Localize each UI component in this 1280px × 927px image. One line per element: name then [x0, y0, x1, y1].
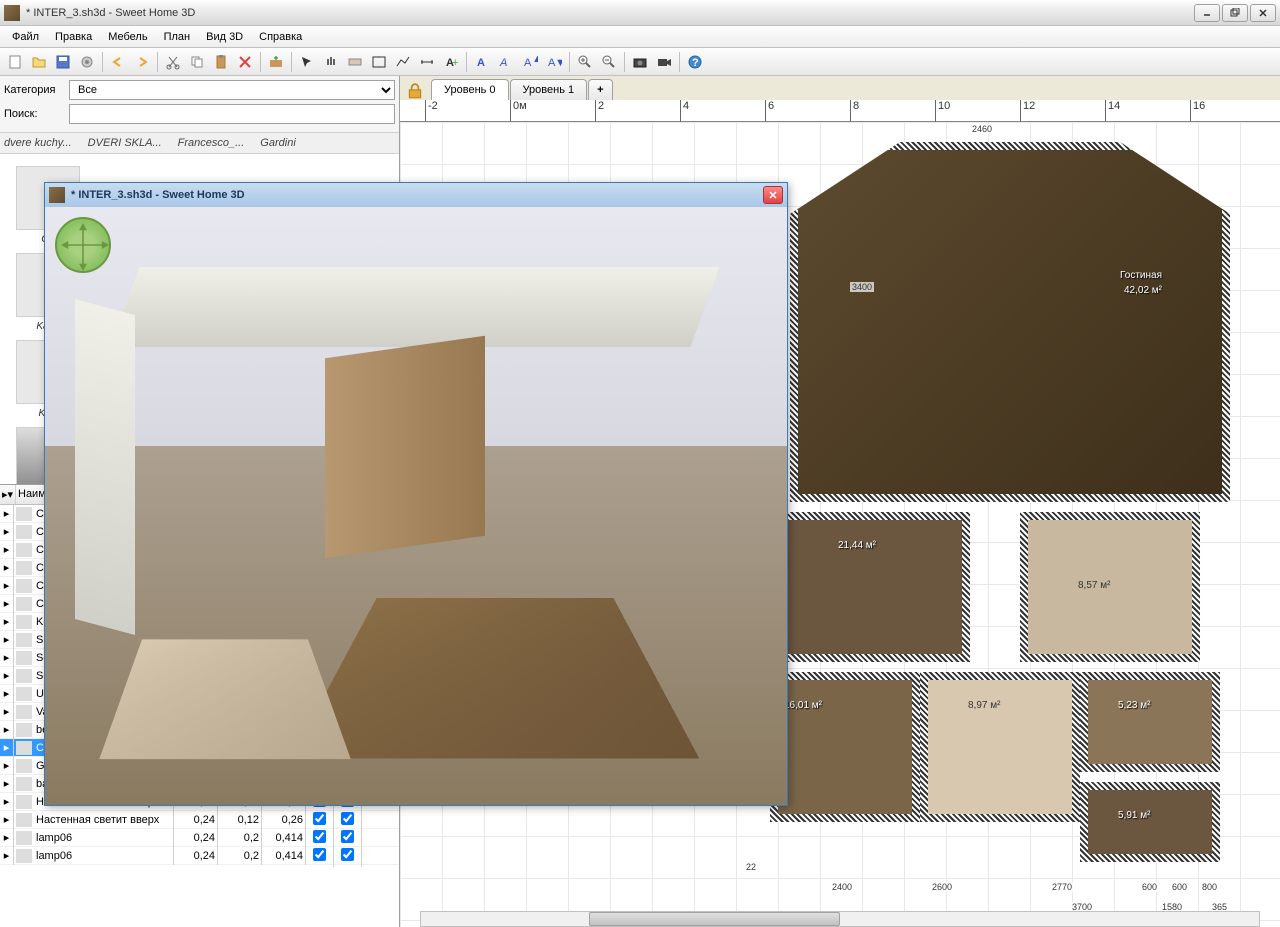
floating-3d-titlebar[interactable]: * INTER_3.sh3d - Sweet Home 3D ✕ — [45, 183, 787, 207]
tab-level0[interactable]: Уровень 0 — [431, 79, 509, 100]
svg-text:A: A — [524, 57, 532, 69]
svg-text:▼: ▼ — [555, 57, 562, 69]
close-button[interactable] — [1250, 4, 1276, 22]
zoom-out-button[interactable] — [598, 51, 620, 73]
window-title: * INTER_3.sh3d - Sweet Home 3D — [26, 7, 1194, 19]
increase-text-button[interactable]: A▲ — [519, 51, 541, 73]
photo-button[interactable] — [629, 51, 651, 73]
room-4[interactable]: 16,01 м² — [770, 672, 920, 822]
movable-checkbox[interactable] — [341, 830, 354, 843]
level-tabs: Уровень 0 Уровень 1 + — [400, 76, 1280, 100]
app-icon — [49, 187, 65, 203]
save-button[interactable] — [52, 51, 74, 73]
lock-icon[interactable] — [406, 82, 424, 100]
menu-view3d[interactable]: Вид 3D — [198, 28, 251, 46]
tab-add-level[interactable]: + — [588, 79, 612, 100]
table-row[interactable]: ▸lamp060,240,20,414 — [0, 847, 399, 865]
menubar: Файл Правка Мебель План Вид 3D Справка — [0, 26, 1280, 48]
view-3d[interactable] — [45, 207, 787, 805]
movable-checkbox[interactable] — [341, 848, 354, 861]
category-label: Категория — [4, 84, 69, 96]
room-6[interactable]: 5,23 м² — [1080, 672, 1220, 772]
text-bold-button[interactable]: A — [471, 51, 493, 73]
app-icon — [4, 5, 20, 21]
create-walls-tool[interactable] — [344, 51, 366, 73]
svg-text:▲: ▲ — [532, 54, 538, 65]
cut-button[interactable] — [162, 51, 184, 73]
category-select[interactable]: Все — [69, 80, 395, 100]
svg-text:+: + — [452, 57, 458, 69]
undo-button[interactable] — [107, 51, 129, 73]
catalog-header: dvere kuchy... DVERI SKLA... Francesco_.… — [0, 133, 399, 154]
titlebar: * INTER_3.sh3d - Sweet Home 3D — [0, 0, 1280, 26]
select-tool[interactable] — [296, 51, 318, 73]
create-polylines-tool[interactable] — [392, 51, 414, 73]
visible-checkbox[interactable] — [313, 830, 326, 843]
create-text-tool[interactable]: A+ — [440, 51, 462, 73]
visible-checkbox[interactable] — [313, 812, 326, 825]
open-button[interactable] — [28, 51, 50, 73]
room-3[interactable]: 8,57 м² — [1020, 512, 1200, 662]
preferences-button[interactable] — [76, 51, 98, 73]
toolbar: A+ A A A▲ A▼ ? — [0, 48, 1280, 76]
floating-3d-window[interactable]: * INTER_3.sh3d - Sweet Home 3D ✕ — [44, 182, 788, 806]
add-furniture-button[interactable] — [265, 51, 287, 73]
decrease-text-button[interactable]: A▼ — [543, 51, 565, 73]
maximize-button[interactable] — [1222, 4, 1248, 22]
menu-file[interactable]: Файл — [4, 28, 47, 46]
menu-help[interactable]: Справка — [251, 28, 310, 46]
paste-button[interactable] — [210, 51, 232, 73]
help-button[interactable]: ? — [684, 51, 706, 73]
room-5[interactable]: 8,97 м² — [920, 672, 1080, 822]
floating-3d-title: * INTER_3.sh3d - Sweet Home 3D — [71, 189, 763, 201]
menu-edit[interactable]: Правка — [47, 28, 100, 46]
video-button[interactable] — [653, 51, 675, 73]
delete-button[interactable] — [234, 51, 256, 73]
create-dimensions-tool[interactable] — [416, 51, 438, 73]
visible-checkbox[interactable] — [313, 848, 326, 861]
minimize-button[interactable] — [1194, 4, 1220, 22]
copy-button[interactable] — [186, 51, 208, 73]
tab-level1[interactable]: Уровень 1 — [510, 79, 588, 100]
room-2[interactable]: 21,44 м² — [770, 512, 970, 662]
floating-3d-close-button[interactable]: ✕ — [763, 186, 783, 204]
svg-text:?: ? — [692, 57, 699, 69]
svg-text:A: A — [499, 57, 507, 69]
new-button[interactable] — [4, 51, 26, 73]
zoom-in-button[interactable] — [574, 51, 596, 73]
col-expand[interactable]: ▸▾ — [0, 485, 16, 504]
menu-plan[interactable]: План — [156, 28, 199, 46]
create-rooms-tool[interactable] — [368, 51, 390, 73]
svg-text:A: A — [477, 57, 485, 69]
pan-tool[interactable] — [320, 51, 342, 73]
scrollbar-horizontal[interactable] — [420, 911, 1260, 927]
menu-furniture[interactable]: Мебель — [100, 28, 155, 46]
room-living[interactable]: Гостиная 42,02 м² — [790, 142, 1230, 502]
redo-button[interactable] — [131, 51, 153, 73]
room-7[interactable]: 5,91 м² — [1080, 782, 1220, 862]
search-input[interactable] — [69, 104, 395, 124]
ruler-horizontal: -2 0м 2 4 6 8 10 12 14 16 — [400, 100, 1280, 122]
search-label: Поиск: — [4, 108, 69, 120]
text-italic-button[interactable]: A — [495, 51, 517, 73]
movable-checkbox[interactable] — [341, 812, 354, 825]
